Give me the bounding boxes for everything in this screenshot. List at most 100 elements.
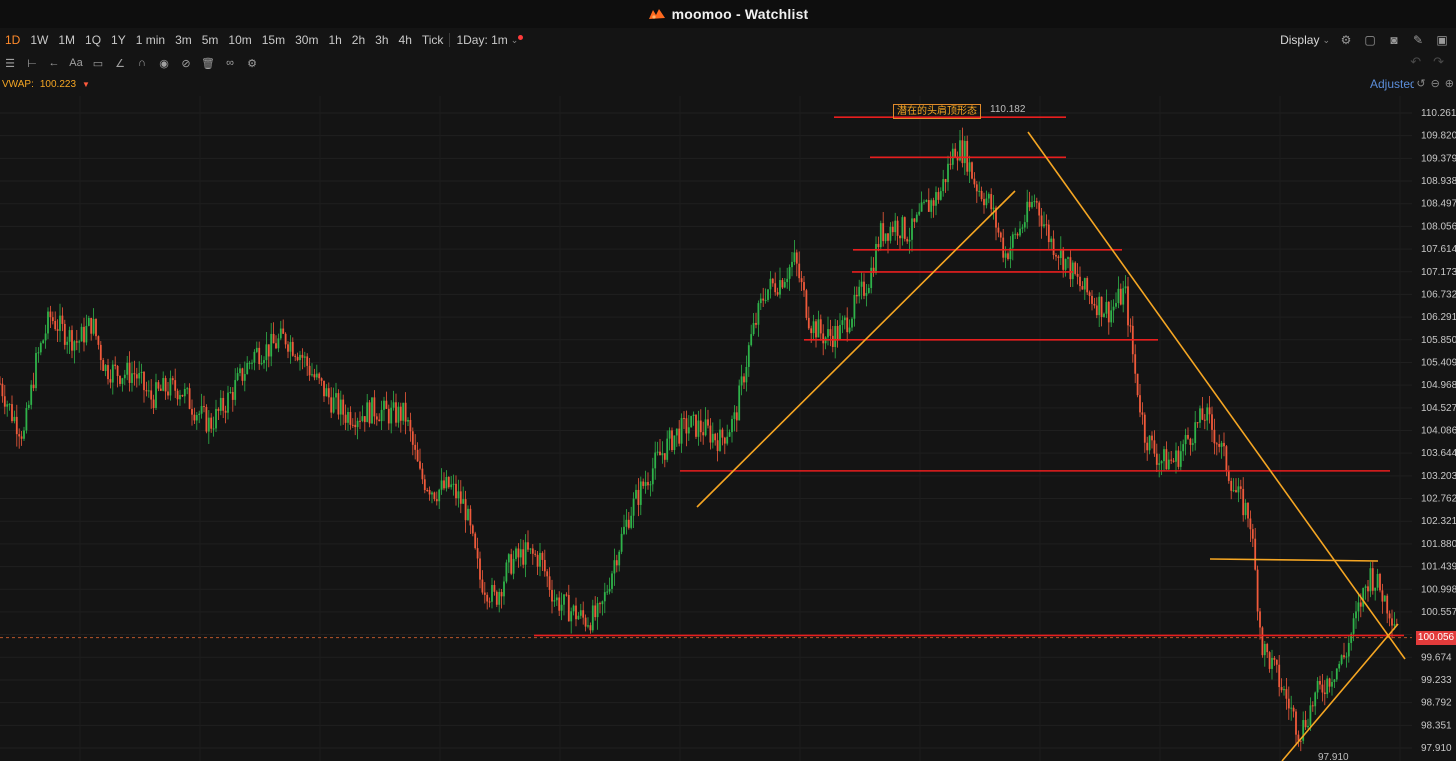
candle-body xyxy=(1067,257,1069,259)
candle-body xyxy=(392,402,395,408)
interval-2h[interactable]: 2h xyxy=(347,28,370,52)
candle-body xyxy=(227,392,229,413)
candle-body xyxy=(1386,595,1389,614)
candle-body xyxy=(44,333,47,341)
candle-body xyxy=(587,625,589,627)
interval-5m[interactable]: 5m xyxy=(197,28,224,52)
candle-body xyxy=(1383,595,1386,602)
interval-1-min[interactable]: 1 min xyxy=(131,28,170,52)
measure-icon[interactable]: ⊢ xyxy=(24,55,40,71)
candle-body xyxy=(402,402,405,421)
candle-body xyxy=(779,280,781,295)
interval-15m[interactable]: 15m xyxy=(257,28,290,52)
interval-30m[interactable]: 30m xyxy=(290,28,323,52)
display-dropdown[interactable]: Display ⌄ xyxy=(1280,33,1330,47)
candle-body xyxy=(431,492,433,495)
price-axis-label: 110.261 xyxy=(1421,108,1456,119)
candle-body xyxy=(786,278,789,283)
link-icon[interactable]: ∞ xyxy=(222,55,238,71)
eye-icon[interactable]: ◉ xyxy=(156,55,172,71)
settings-gear-icon[interactable]: ⚙ xyxy=(1338,32,1354,48)
candle-body xyxy=(20,436,23,439)
candle-body xyxy=(152,399,155,408)
trend-line[interactable] xyxy=(1281,623,1399,761)
interval-1d[interactable]: 1D xyxy=(0,28,25,52)
candle-body xyxy=(858,286,861,297)
redo-icon[interactable]: ↷ xyxy=(1433,54,1444,70)
vwap-indicator[interactable]: VWAP: 100.223 ▼ xyxy=(0,76,90,92)
interval-1m[interactable]: 1M xyxy=(53,28,80,52)
arrow-left-icon[interactable]: ← xyxy=(46,55,62,71)
candle-body xyxy=(800,278,803,283)
interval-1w[interactable]: 1W xyxy=(25,28,53,52)
price-axis-label: 109.820 xyxy=(1421,131,1456,142)
pen-draw-icon[interactable]: ✎ xyxy=(1410,32,1426,48)
price-axis-label: 97.910 xyxy=(1421,743,1452,754)
candle-body xyxy=(498,591,501,605)
candle-body xyxy=(1100,296,1103,317)
candle-body xyxy=(75,341,78,343)
candle-body xyxy=(999,232,1002,238)
candle-body xyxy=(447,477,450,488)
candle-body xyxy=(1055,255,1057,257)
candle-body xyxy=(1237,486,1240,493)
zoom-in-icon[interactable]: ⊕ xyxy=(1445,77,1454,90)
interval-3m[interactable]: 3m xyxy=(170,28,197,52)
interval-1y[interactable]: 1Y xyxy=(106,28,131,52)
camera-icon[interactable]: ◙ xyxy=(1386,32,1402,48)
candle-body xyxy=(510,554,513,574)
reset-icon[interactable]: ↺ xyxy=(1416,77,1425,90)
trend-line[interactable] xyxy=(1027,131,1406,660)
candle-body xyxy=(968,162,971,172)
candle-body xyxy=(942,179,945,192)
drawing-settings-icon[interactable]: ⚙ xyxy=(244,55,260,71)
price-axis-label: 99.233 xyxy=(1421,675,1452,686)
candle-body xyxy=(707,419,709,426)
interval-1h[interactable]: 1h xyxy=(323,28,346,52)
layout-grid-icon[interactable]: ▣ xyxy=(1434,32,1450,48)
candle-body xyxy=(1331,681,1333,687)
candle-body xyxy=(320,378,323,381)
candle-body xyxy=(577,615,580,620)
magnet-icon[interactable]: ∩ xyxy=(134,55,150,71)
comment-icon[interactable]: ▭ xyxy=(90,55,106,71)
candle-body xyxy=(973,178,976,185)
candle-body xyxy=(1249,518,1252,530)
candle-body xyxy=(1280,687,1283,691)
candle-body xyxy=(680,418,683,444)
candle-body xyxy=(1007,253,1009,260)
candle-body xyxy=(567,595,570,622)
candle-body xyxy=(1047,224,1050,243)
indicator-list-icon[interactable]: ☰ xyxy=(2,55,18,71)
candle-body xyxy=(1328,678,1331,687)
vwap-dropdown-icon[interactable]: ▼ xyxy=(82,80,90,89)
candlestick-chart[interactable]: 110.261 109.820 109.379 108.938 108.497 108.0… xyxy=(0,96,1456,761)
interval-1q[interactable]: 1Q xyxy=(80,28,106,52)
trend-line[interactable] xyxy=(696,190,1016,508)
text-tool-icon[interactable]: Aa xyxy=(68,55,84,71)
candle-body xyxy=(733,412,736,419)
layout-square-icon[interactable]: ▢ xyxy=(1362,32,1378,48)
candle-body xyxy=(1290,707,1293,709)
day-interval-dropdown[interactable]: 1Day: 1m ⌄ xyxy=(451,33,524,47)
adjusted-label[interactable]: Adjusted xyxy=(1370,77,1414,91)
price-axis-label: 103.644 xyxy=(1421,448,1456,459)
candle-body xyxy=(539,552,541,567)
trend-line[interactable] xyxy=(1209,558,1379,562)
zoom-out-icon[interactable]: ⊖ xyxy=(1431,77,1440,90)
interval-10m[interactable]: 10m xyxy=(223,28,256,52)
interval-3h[interactable]: 3h xyxy=(370,28,393,52)
interval-tick[interactable]: Tick xyxy=(417,28,449,52)
trendline-tool-icon[interactable]: ∠ xyxy=(112,55,128,71)
interval-4h[interactable]: 4h xyxy=(394,28,417,52)
candle-body xyxy=(251,362,253,364)
pattern-annotation[interactable]: 潜在的头肩顶形态 xyxy=(893,104,981,119)
hide-icon[interactable]: ⊘ xyxy=(178,55,194,71)
candle-body xyxy=(1220,442,1223,447)
candle-body xyxy=(270,333,273,357)
candle-body xyxy=(1311,705,1314,707)
undo-icon[interactable]: ↶ xyxy=(1410,54,1421,70)
candle-body xyxy=(426,489,429,491)
trash-icon[interactable]: 🗑 xyxy=(200,55,216,71)
candle-body xyxy=(104,365,107,371)
